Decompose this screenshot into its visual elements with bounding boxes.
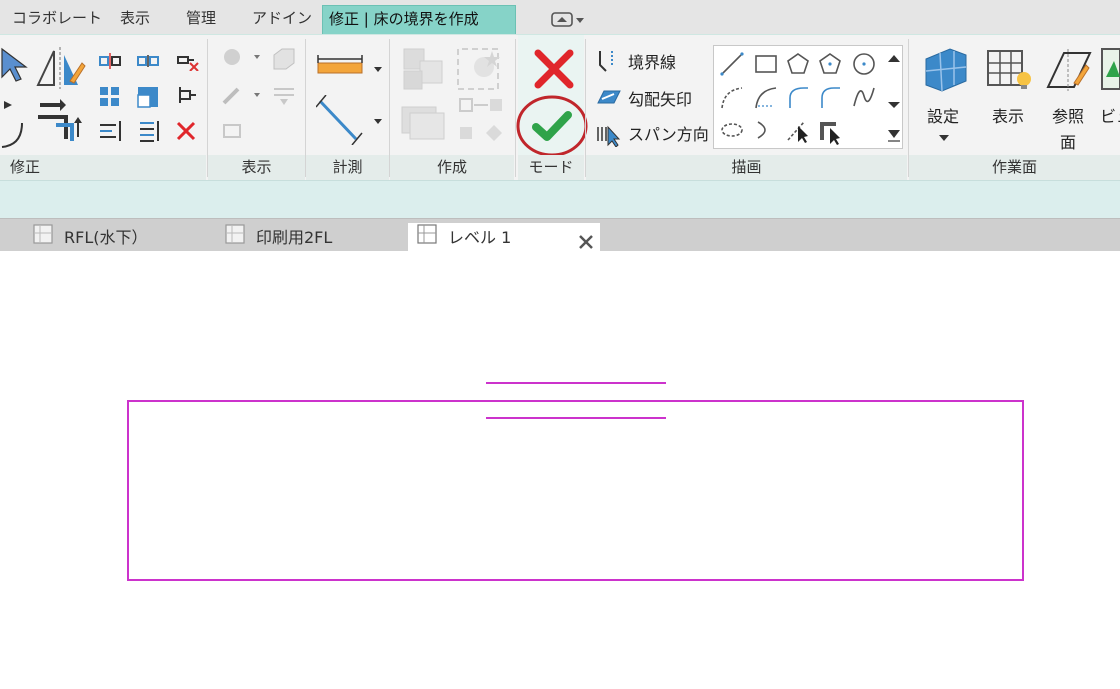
gallery-expand-icon xyxy=(888,130,900,138)
create-similar-icon[interactable] xyxy=(458,97,506,151)
tab-addins[interactable]: アドイン xyxy=(246,5,318,34)
circle-tool-icon xyxy=(853,53,875,75)
split-icon[interactable] xyxy=(136,51,160,75)
reference-plane-icon[interactable] xyxy=(1044,47,1094,97)
sketch-line-top[interactable] xyxy=(486,382,666,384)
rectangle-tool-icon xyxy=(755,55,777,73)
cancel-x-icon xyxy=(534,49,574,89)
create-parts-icon[interactable] xyxy=(454,45,508,97)
linework-icon[interactable] xyxy=(220,83,262,111)
drawing-canvas[interactable] xyxy=(0,251,1120,689)
gallery-scroll-down-icon xyxy=(888,102,900,108)
panel-measure-label: 計測 xyxy=(306,155,389,180)
start-end-arc-tool-icon xyxy=(721,87,743,109)
create-group-icon[interactable] xyxy=(400,97,450,149)
delete-icon[interactable] xyxy=(174,119,198,147)
view-tab-label: レベル 1 xyxy=(448,228,512,247)
view-tab-level-1[interactable]: レベル 1 xyxy=(408,223,600,252)
ellipse-tool-icon xyxy=(721,123,743,137)
draw-tools-gallery xyxy=(713,45,903,149)
span-direction-icon xyxy=(596,121,622,151)
center-end-arc-tool-icon xyxy=(755,87,777,109)
finish-edit-mode-button[interactable] xyxy=(514,93,590,163)
tab-modify-floor-boundary[interactable]: 修正 | 床の境界を作成 xyxy=(322,5,516,34)
revit-window: コラボレート 表示 管理 アドイン 修正 | 床の境界を作成 修正 表示 計測 … xyxy=(0,0,1120,689)
panel-draw-label: 描画 xyxy=(586,155,907,180)
viewer-icon[interactable] xyxy=(1100,47,1120,95)
trim-icon[interactable] xyxy=(0,93,30,157)
line-tool-icon xyxy=(720,52,744,76)
pick-lines-tool-icon xyxy=(787,121,808,143)
viewer-button[interactable]: ビュ xyxy=(1100,103,1120,127)
view-tab-rfl[interactable]: RFL(水下） xyxy=(32,223,147,252)
tab-view[interactable]: 表示 xyxy=(114,5,156,34)
hide-element-icon[interactable] xyxy=(220,47,262,73)
offset-icon[interactable] xyxy=(36,97,86,147)
fillet-arc-tool-icon xyxy=(821,87,840,108)
show-workplane-icon[interactable] xyxy=(984,45,1034,97)
set-workplane-icon[interactable] xyxy=(920,45,970,97)
mirror-icon[interactable] xyxy=(98,119,124,147)
show-workplane-button[interactable]: 表示 xyxy=(992,103,1024,127)
span-direction-button[interactable]: スパン方向 xyxy=(628,121,709,145)
finish-checkmark-icon xyxy=(516,95,588,157)
ribbon: 修正 表示 計測 作成 モード 境界線 勾配矢印 スパン方向 描画 設定 表示 … xyxy=(0,34,1120,181)
circumscribed-polygon-tool-icon xyxy=(819,53,841,74)
view-document-icon xyxy=(32,223,54,254)
panel-create-label: 作成 xyxy=(390,155,514,180)
measure-between-points-icon[interactable] xyxy=(316,55,386,87)
override-graphics-icon[interactable] xyxy=(270,45,298,75)
view-document-icon xyxy=(416,223,438,254)
aligned-dimension-icon[interactable] xyxy=(315,94,386,149)
options-bar xyxy=(0,180,1120,218)
unpin-icon[interactable] xyxy=(174,51,200,75)
panel-mode-label: モード xyxy=(518,155,584,180)
spline-tool-icon xyxy=(853,87,875,107)
reference-plane-button-line2[interactable]: 面 xyxy=(1060,129,1076,153)
reference-plane-button-line1[interactable]: 参照 xyxy=(1052,103,1084,127)
array-icon[interactable] xyxy=(98,85,122,113)
pin-icon[interactable] xyxy=(174,85,200,113)
set-workplane-button[interactable]: 設定 xyxy=(927,103,959,127)
panel-modify-label: 修正 xyxy=(0,155,206,180)
view-tab-label: 印刷用2FL xyxy=(256,228,333,247)
gallery-scroll-up-icon xyxy=(888,55,900,62)
slope-arrow-button[interactable]: 勾配矢印 xyxy=(628,86,692,110)
cancel-edit-mode-button[interactable] xyxy=(532,47,576,95)
boundary-line-icon xyxy=(596,49,622,77)
pick-walls-tool-icon xyxy=(820,122,840,145)
view-tab-print-2fl[interactable]: 印刷用2FL xyxy=(224,223,332,252)
create-assembly-icon[interactable] xyxy=(400,45,450,97)
modify-select-icon[interactable] xyxy=(0,45,28,89)
floor-boundary-sketch[interactable] xyxy=(127,400,1024,581)
cut-profile-icon[interactable] xyxy=(270,83,298,113)
move-icon[interactable] xyxy=(136,119,162,147)
set-dropdown-icon[interactable] xyxy=(938,127,950,146)
minimize-ribbon-icon xyxy=(551,12,584,27)
view-tab-label: RFL(水下） xyxy=(64,228,148,247)
ribbon-minimize-dropdown[interactable] xyxy=(548,9,588,29)
show-hidden-icon[interactable] xyxy=(220,119,244,147)
tab-collaborate[interactable]: コラボレート xyxy=(6,5,108,34)
slope-arrow-icon xyxy=(596,85,622,113)
ribbon-tab-bar: コラボレート 表示 管理 アドイン 修正 | 床の境界を作成 xyxy=(0,0,1120,34)
align-icon[interactable] xyxy=(98,51,122,75)
inscribed-polygon-tool-icon xyxy=(787,53,809,74)
partial-ellipse-tool-icon xyxy=(757,121,766,139)
panel-workplane-label: 作業面 xyxy=(909,155,1120,180)
scale-icon[interactable] xyxy=(136,85,160,113)
tangent-arc-tool-icon xyxy=(789,87,808,108)
view-document-icon xyxy=(224,223,246,254)
tab-manage[interactable]: 管理 xyxy=(180,5,222,34)
boundary-line-button[interactable]: 境界線 xyxy=(628,49,676,73)
panel-view-label: 表示 xyxy=(208,155,305,180)
view-tab-bar: RFL(水下） 印刷用2FL レベル 1 xyxy=(0,218,1120,252)
match-properties-icon[interactable] xyxy=(34,45,86,95)
